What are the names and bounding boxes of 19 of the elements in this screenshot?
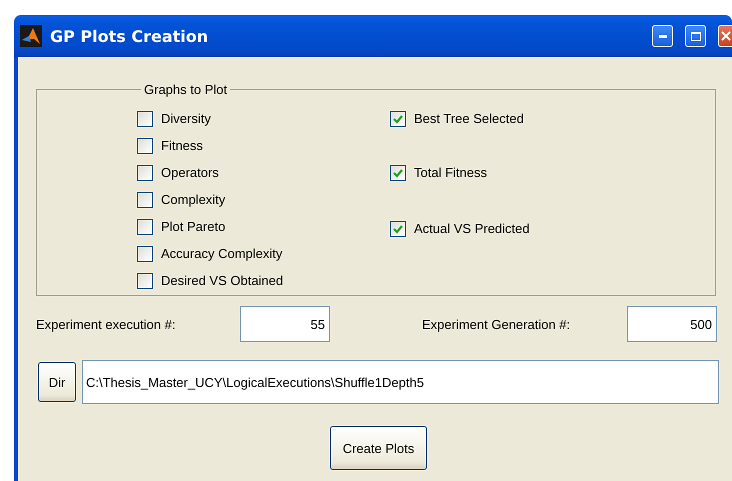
checkbox-label: Fitness: [161, 138, 203, 153]
checkbox-label: Desired VS Obtained: [161, 273, 284, 288]
checkbox-label: Best Tree Selected: [414, 111, 524, 126]
checkbox-label: Plot Pareto: [161, 219, 226, 234]
dir-button[interactable]: Dir: [38, 362, 76, 402]
group-title: Graphs to Plot: [143, 82, 228, 97]
create-plots-button[interactable]: Create Plots: [330, 426, 427, 470]
checkbox-label: Accuracy Complexity: [161, 246, 282, 261]
window-title: GP Plots Creation: [50, 26, 210, 46]
checkbox-label: Complexity: [161, 192, 226, 207]
checkbox-label: Operators: [161, 165, 219, 180]
input-field[interactable]: 55: [240, 306, 330, 342]
input-field[interactable]: 500: [627, 306, 717, 342]
path-field[interactable]: C:\Thesis_Master_UCY\LogicalExecutions\Shuffle1Depth5: [82, 360, 719, 404]
checkbox-label: Actual VS Predicted: [414, 221, 530, 236]
field-label: Experiment Generation #:: [422, 316, 572, 332]
field-label: Experiment execution #:: [36, 316, 176, 332]
checkbox-label: Total Fitness: [414, 165, 487, 180]
checkbox-label: Diversity: [161, 111, 211, 126]
